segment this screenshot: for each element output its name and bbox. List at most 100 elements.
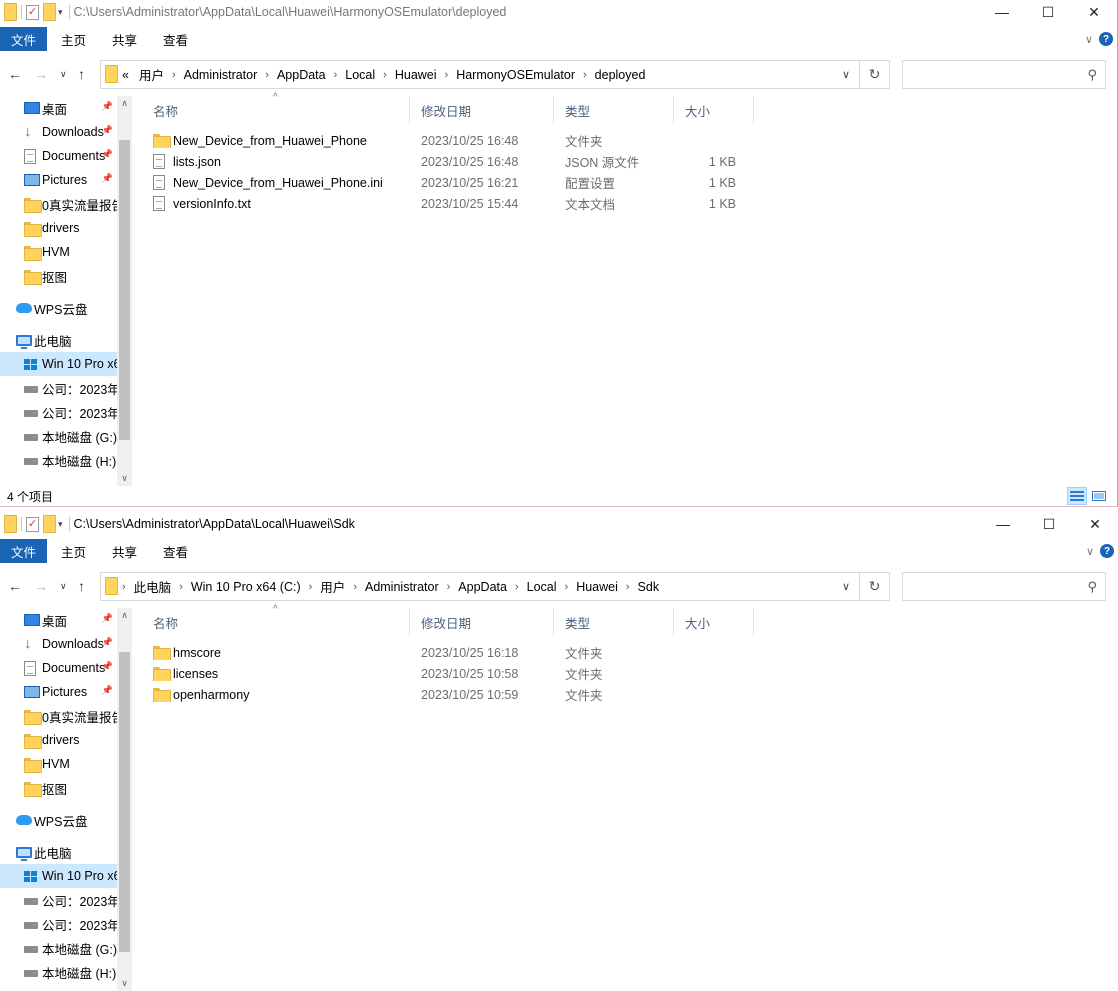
tab-file[interactable]: 文件 — [0, 539, 48, 563]
back-arrow-icon[interactable]: ← — [8, 578, 22, 594]
column-header-type[interactable]: 类型 — [554, 608, 674, 636]
column-header-type[interactable]: 类型 — [554, 96, 674, 124]
pin-icon[interactable]: 📌 — [102, 613, 113, 624]
sidebar-item[interactable]: drivers — [0, 728, 117, 752]
customize-toolbar-chevron-icon[interactable]: ▾ — [58, 519, 63, 530]
pin-icon[interactable]: 📌 — [102, 637, 113, 648]
properties-check-icon[interactable]: ✓ — [26, 516, 39, 532]
scroll-down-chevron-icon[interactable]: ∨ — [117, 473, 132, 484]
breadcrumb-item[interactable]: deployed — [595, 68, 646, 82]
breadcrumb-separator-chevron-icon[interactable]: › — [565, 581, 569, 593]
sidebar-item[interactable]: 公司：2023年 — [0, 400, 117, 424]
breadcrumb-item[interactable]: Huawei — [395, 68, 437, 82]
sidebar-item[interactable]: 0真实流量报告 — [0, 192, 117, 216]
breadcrumb-separator-chevron-icon[interactable]: › — [383, 69, 387, 81]
sidebar-item[interactable]: Pictures 📌 — [0, 680, 117, 704]
sidebar-item[interactable]: 桌面 📌 — [0, 608, 117, 632]
file-row[interactable]: versionInfo.txt 2023/10/25 15:44 文本文档 1 KB — [142, 193, 762, 214]
breadcrumb-item[interactable]: HarmonyOSEmulator — [456, 68, 575, 82]
forward-arrow-icon[interactable]: → — [34, 578, 48, 594]
column-header-date[interactable]: 修改日期 — [410, 608, 554, 636]
pin-icon[interactable]: 📌 — [102, 149, 113, 160]
file-row[interactable]: New_Device_from_Huawei_Phone 2023/10/25 1… — [142, 130, 762, 151]
minimize-button[interactable]: — — [980, 512, 1026, 536]
nav-scrollbar[interactable]: ∧ ∨ — [117, 608, 132, 991]
breadcrumb-overflow[interactable]: « — [122, 68, 129, 82]
column-header-date[interactable]: 修改日期 — [410, 96, 554, 124]
customize-toolbar-chevron-icon[interactable]: ▾ — [58, 7, 63, 18]
sidebar-item[interactable]: 公司：2023年 — [0, 912, 117, 936]
breadcrumb-separator-chevron-icon[interactable]: › — [515, 581, 519, 593]
maximize-button[interactable]: ☐ — [1026, 512, 1072, 536]
refresh-icon[interactable]: ↻ — [859, 61, 889, 88]
maximize-button[interactable]: ☐ — [1025, 0, 1071, 24]
address-history-chevron-icon[interactable]: ∨ — [833, 61, 859, 88]
help-icon[interactable]: ? — [1100, 544, 1114, 558]
breadcrumb-item[interactable]: 用户 — [320, 577, 345, 596]
breadcrumb-separator-chevron-icon[interactable]: › — [122, 581, 126, 593]
recent-locations-chevron-icon[interactable]: ∨ — [60, 69, 67, 80]
sidebar-item[interactable]: WPS云盘 — [0, 808, 117, 832]
recent-locations-chevron-icon[interactable]: ∨ — [60, 581, 67, 592]
tab-file[interactable]: 文件 — [0, 27, 48, 51]
search-input[interactable]: ⚲ — [902, 60, 1106, 89]
search-input[interactable]: ⚲ — [902, 572, 1106, 601]
scroll-up-chevron-icon[interactable]: ∧ — [117, 610, 132, 621]
scrollbar-thumb[interactable] — [119, 140, 130, 440]
breadcrumb-item[interactable]: AppData — [277, 68, 326, 82]
address-bar[interactable]: « 用户 › Administrator › AppData › Local › Huawei ›… — [100, 60, 890, 89]
sidebar-item[interactable]: 此电脑 — [0, 328, 117, 352]
breadcrumb-item[interactable]: Huawei — [576, 580, 618, 594]
sidebar-item[interactable]: Pictures 📌 — [0, 168, 117, 192]
sidebar-item[interactable]: 0真实流量报告 — [0, 704, 117, 728]
column-header-size[interactable]: 大小 — [674, 608, 754, 636]
breadcrumb-separator-chevron-icon[interactable]: › — [179, 581, 183, 593]
new-folder-icon[interactable] — [43, 514, 56, 534]
sidebar-item[interactable]: 桌面 📌 — [0, 96, 117, 120]
pin-icon[interactable]: 📌 — [102, 125, 113, 136]
sidebar-item[interactable]: 此电脑 — [0, 840, 117, 864]
sidebar-item[interactable]: ↓ Downloads 📌 — [0, 120, 117, 144]
sidebar-item[interactable]: Documents 📌 — [0, 144, 117, 168]
tab-view[interactable]: 查看 — [151, 27, 200, 51]
properties-check-icon[interactable]: ✓ — [26, 4, 39, 20]
sidebar-item[interactable]: Win 10 Pro x64 (C:) — [0, 352, 117, 376]
refresh-icon[interactable]: ↻ — [859, 573, 889, 600]
breadcrumb-separator-chevron-icon[interactable]: › — [447, 581, 451, 593]
details-view-icon[interactable] — [1067, 487, 1087, 505]
file-row[interactable]: New_Device_from_Huawei_Phone.ini 2023/10/… — [142, 172, 762, 193]
breadcrumb-separator-chevron-icon[interactable]: › — [445, 69, 449, 81]
sidebar-item[interactable]: 公司：2023年 — [0, 376, 117, 400]
back-arrow-icon[interactable]: ← — [8, 66, 22, 82]
file-row[interactable]: lists.json 2023/10/25 16:48 JSON 源文件 1 KB — [142, 151, 762, 172]
sidebar-item[interactable]: 公司：2023年 — [0, 888, 117, 912]
folder-icon[interactable] — [4, 2, 17, 22]
expand-ribbon-chevron-icon[interactable]: ∨ — [1086, 545, 1094, 558]
breadcrumb-item[interactable]: 此电脑 — [134, 577, 172, 596]
sidebar-item[interactable]: drivers — [0, 216, 117, 240]
breadcrumb-item[interactable]: Administrator — [184, 68, 258, 82]
tab-home[interactable]: 主页 — [49, 27, 98, 51]
sidebar-item[interactable]: 本地磁盘 (G:) — [0, 424, 117, 448]
new-folder-icon[interactable] — [43, 2, 56, 22]
sidebar-item[interactable]: HVM — [0, 240, 117, 264]
breadcrumb-item[interactable]: AppData — [458, 580, 507, 594]
nav-scrollbar[interactable]: ∧ ∨ — [117, 96, 132, 486]
tab-share[interactable]: 共享 — [100, 539, 149, 563]
address-bar[interactable]: › 此电脑 › Win 10 Pro x64 (C:) › 用户 › Administrato… — [100, 572, 890, 601]
column-header-size[interactable]: 大小 — [674, 96, 754, 124]
forward-arrow-icon[interactable]: → — [34, 66, 48, 82]
up-arrow-icon[interactable]: ↑ — [78, 66, 85, 82]
close-button[interactable]: ✕ — [1071, 0, 1117, 24]
breadcrumb-item[interactable]: Administrator — [365, 580, 439, 594]
pin-icon[interactable]: 📌 — [102, 101, 113, 112]
breadcrumb-separator-chevron-icon[interactable]: › — [626, 581, 630, 593]
breadcrumb-separator-chevron-icon[interactable]: › — [172, 69, 176, 81]
up-arrow-icon[interactable]: ↑ — [78, 578, 85, 594]
sidebar-item[interactable]: ↓ Downloads 📌 — [0, 632, 117, 656]
sidebar-item[interactable]: Win 10 Pro x64 (C:) — [0, 864, 117, 888]
folder-icon[interactable] — [4, 514, 17, 534]
pin-icon[interactable]: 📌 — [102, 685, 113, 696]
scroll-up-chevron-icon[interactable]: ∧ — [117, 98, 132, 109]
breadcrumb-item[interactable]: 用户 — [139, 65, 164, 84]
